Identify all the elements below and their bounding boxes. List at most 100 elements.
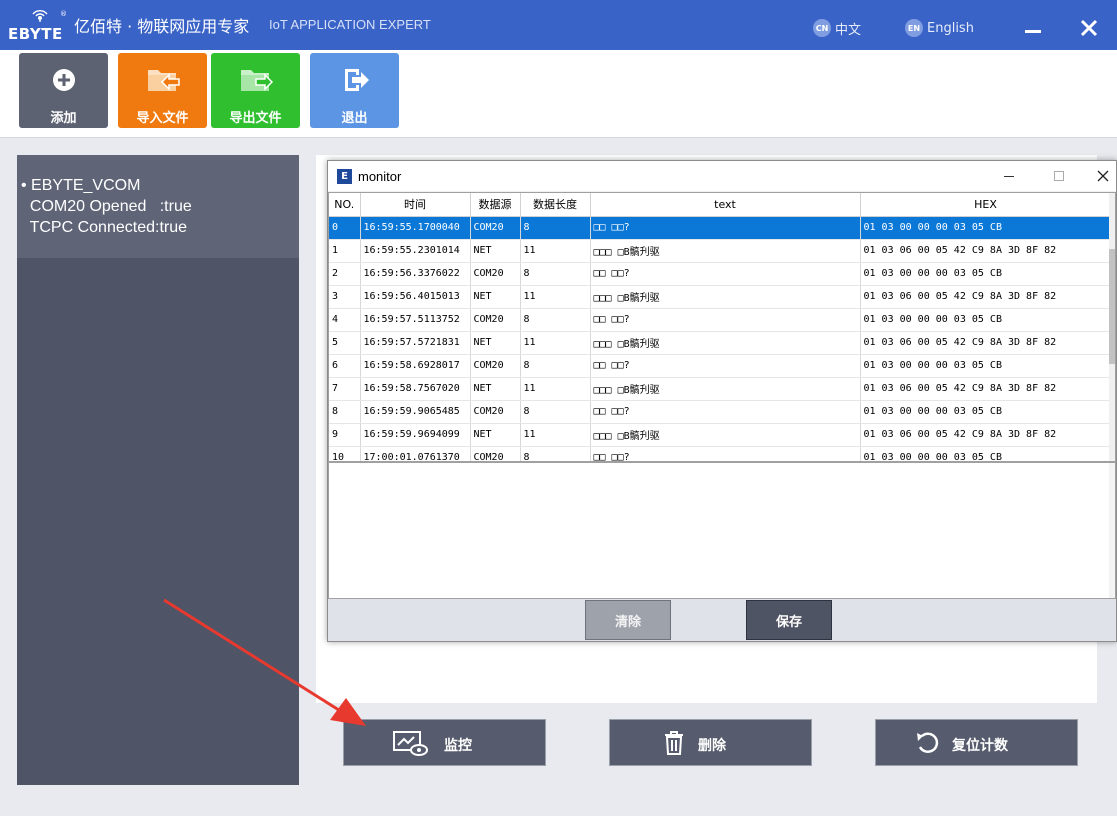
- reset-icon: [917, 732, 939, 754]
- table-cell: 16:59:57.5721831: [360, 331, 471, 355]
- monitor-close-icon[interactable]: [1096, 169, 1110, 183]
- device-tcp-status: TCPC Connected:true: [21, 219, 188, 236]
- table-cell: 9: [329, 423, 361, 447]
- lang-cn-button[interactable]: CN 中文: [813, 19, 861, 38]
- table-cell: 11: [520, 239, 591, 263]
- table-cell: 3: [329, 285, 361, 309]
- text-area-scrollbar[interactable]: [1109, 463, 1115, 598]
- table-cell: □□ □□?: [590, 354, 861, 378]
- table-row[interactable]: 2 16:59:56.3376022 COM20 8 □□ □□? 01 03 00 00…: [329, 262, 1112, 286]
- monitor-minimize-button[interactable]: [1004, 176, 1014, 177]
- device-com-status: COM20 Opened :true: [21, 198, 192, 215]
- column-header[interactable]: 时间: [360, 193, 471, 217]
- table-row[interactable]: 6 16:59:58.6928017 COM20 8 □□ □□? 01 03 00 00…: [329, 354, 1112, 378]
- table-row[interactable]: 4 16:59:57.5113752 COM20 8 □□ □□? 01 03 00 00…: [329, 308, 1112, 332]
- table-cell: □□ □□?: [590, 400, 861, 424]
- reset-count-button[interactable]: 复位计数: [875, 719, 1078, 766]
- table-cell: 6: [329, 354, 361, 378]
- table-cell: □□ □□?: [590, 446, 861, 461]
- toolbar: 添加 导入文件 导出文件 退出: [0, 50, 1117, 138]
- table-cell: 16:59:58.6928017: [360, 354, 471, 378]
- table-row[interactable]: 0 16:59:55.1700040 COM20 8 □□ □□? 01 03 00 00…: [329, 216, 1112, 240]
- table-cell: 16:59:59.9065485: [360, 400, 471, 424]
- table-cell: NET: [470, 377, 521, 401]
- monitor-footer: 清除 保存: [328, 599, 1116, 641]
- table-cell: 16:59:56.4015013: [360, 285, 471, 309]
- table-cell: 01 03 06 00 05 42 C9 8A 3D 8F 82: [860, 423, 1112, 447]
- table-row[interactable]: 1 16:59:55.2301014 NET 11 □□□ □B髇刋驱 01 03 06 …: [329, 239, 1112, 263]
- title-bar: ® EBYTE 亿佰特 · 物联网应用专家 IoT APPLICATION EX…: [0, 0, 1117, 50]
- monitor-button[interactable]: 监控: [343, 719, 546, 766]
- exit-button[interactable]: 退出: [310, 53, 399, 128]
- trash-icon: [665, 731, 683, 755]
- table-cell: 2: [329, 262, 361, 286]
- column-header[interactable]: 数据源: [470, 193, 521, 217]
- table-cell: 16:59:56.3376022: [360, 262, 471, 286]
- table-cell: COM20: [470, 308, 521, 332]
- table-row[interactable]: 10 17:00:01.0761370 COM20 8 □□ □□? 01 03 00 0…: [329, 446, 1112, 461]
- app-slogan: 亿佰特 · 物联网应用专家: [74, 17, 250, 36]
- table-cell: COM20: [470, 400, 521, 424]
- table-cell: COM20: [470, 216, 521, 240]
- column-header[interactable]: 数据长度: [520, 193, 591, 217]
- table-cell: 01 03 00 00 00 03 05 CB: [860, 216, 1112, 240]
- add-button[interactable]: 添加: [19, 53, 108, 128]
- table-cell: NET: [470, 239, 521, 263]
- monitor-table: NO. 时间 数据源 数据长度 text HEX 0 16:59:55.1700040 COM…: [329, 193, 1112, 461]
- table-cell: □□ □□?: [590, 216, 861, 240]
- table-row[interactable]: 3 16:59:56.4015013 NET 11 □□□ □B髇刋驱 01 03 06 …: [329, 285, 1112, 309]
- device-name: • EBYTE_VCOM: [21, 177, 141, 194]
- table-cell: 11: [520, 331, 591, 355]
- table-cell: 8: [520, 400, 591, 424]
- table-row[interactable]: 7 16:59:58.7567020 NET 11 □□□ □B髇刋驱 01 03 06 …: [329, 377, 1112, 401]
- device-item[interactable]: • EBYTE_VCOM COM20 Opened :true TCPC Con…: [17, 155, 299, 258]
- table-cell: 01 03 06 00 05 42 C9 8A 3D 8F 82: [860, 331, 1112, 355]
- table-cell: 01 03 06 00 05 42 C9 8A 3D 8F 82: [860, 285, 1112, 309]
- monitor-data-grid[interactable]: NO. 时间 数据源 数据长度 text HEX 0 16:59:55.1700040 COM…: [328, 192, 1116, 462]
- delete-button[interactable]: 删除: [609, 719, 812, 766]
- table-cell: 10: [329, 446, 361, 461]
- monitor-text-area[interactable]: [328, 462, 1116, 599]
- table-cell: 01 03 00 00 00 03 05 CB: [860, 262, 1112, 286]
- table-cell: □□□ □B髇刋驱: [590, 423, 861, 447]
- table-row[interactable]: 9 16:59:59.9694099 NET 11 □□□ □B髇刋驱 01 03 06 …: [329, 423, 1112, 447]
- clear-button[interactable]: 清除: [585, 600, 671, 640]
- monitor-window: E monitor NO. 时间 数据源 数据长度 text HEX 0 16:59:55.…: [327, 160, 1117, 642]
- grid-scrollbar[interactable]: [1109, 193, 1115, 461]
- table-cell: 16:59:55.1700040: [360, 216, 471, 240]
- save-button[interactable]: 保存: [746, 600, 832, 640]
- monitor-eye-icon: [393, 731, 428, 756]
- minimize-button[interactable]: [1020, 14, 1044, 38]
- table-cell: NET: [470, 423, 521, 447]
- column-header[interactable]: text: [590, 193, 861, 217]
- table-cell: 8: [329, 400, 361, 424]
- import-file-button[interactable]: 导入文件: [118, 53, 207, 128]
- lang-en-button[interactable]: EN English: [905, 19, 974, 37]
- table-cell: 16:59:55.2301014: [360, 239, 471, 263]
- table-cell: 11: [520, 377, 591, 401]
- table-cell: □□ □□?: [590, 308, 861, 332]
- table-cell: □□□ □B髇刋驱: [590, 331, 861, 355]
- wireless-icon: [32, 10, 48, 22]
- en-badge-icon: EN: [905, 19, 923, 37]
- table-cell: □□□ □B髇刋驱: [590, 285, 861, 309]
- table-cell: 8: [520, 446, 591, 461]
- grid-scrollbar-thumb[interactable]: [1109, 249, 1115, 364]
- table-cell: NET: [470, 285, 521, 309]
- column-header[interactable]: NO.: [329, 193, 361, 217]
- table-cell: 4: [329, 308, 361, 332]
- export-file-button[interactable]: 导出文件: [211, 53, 300, 128]
- close-button[interactable]: [1077, 16, 1101, 40]
- table-cell: 16:59:57.5113752: [360, 308, 471, 332]
- table-row[interactable]: 8 16:59:59.9065485 COM20 8 □□ □□? 01 03 00 00…: [329, 400, 1112, 424]
- app-slogan-en: IoT APPLICATION EXPERT: [269, 17, 431, 32]
- table-row[interactable]: 5 16:59:57.5721831 NET 11 □□□ □B髇刋驱 01 03 06 …: [329, 331, 1112, 355]
- table-cell: 8: [520, 354, 591, 378]
- monitor-titlebar: E monitor: [328, 161, 1116, 191]
- folder-import-icon: [148, 70, 180, 91]
- table-cell: 8: [520, 262, 591, 286]
- table-cell: COM20: [470, 446, 521, 461]
- table-cell: 01 03 00 00 00 03 05 CB: [860, 400, 1112, 424]
- column-header[interactable]: HEX: [860, 193, 1112, 217]
- monitor-maximize-button[interactable]: [1054, 171, 1064, 181]
